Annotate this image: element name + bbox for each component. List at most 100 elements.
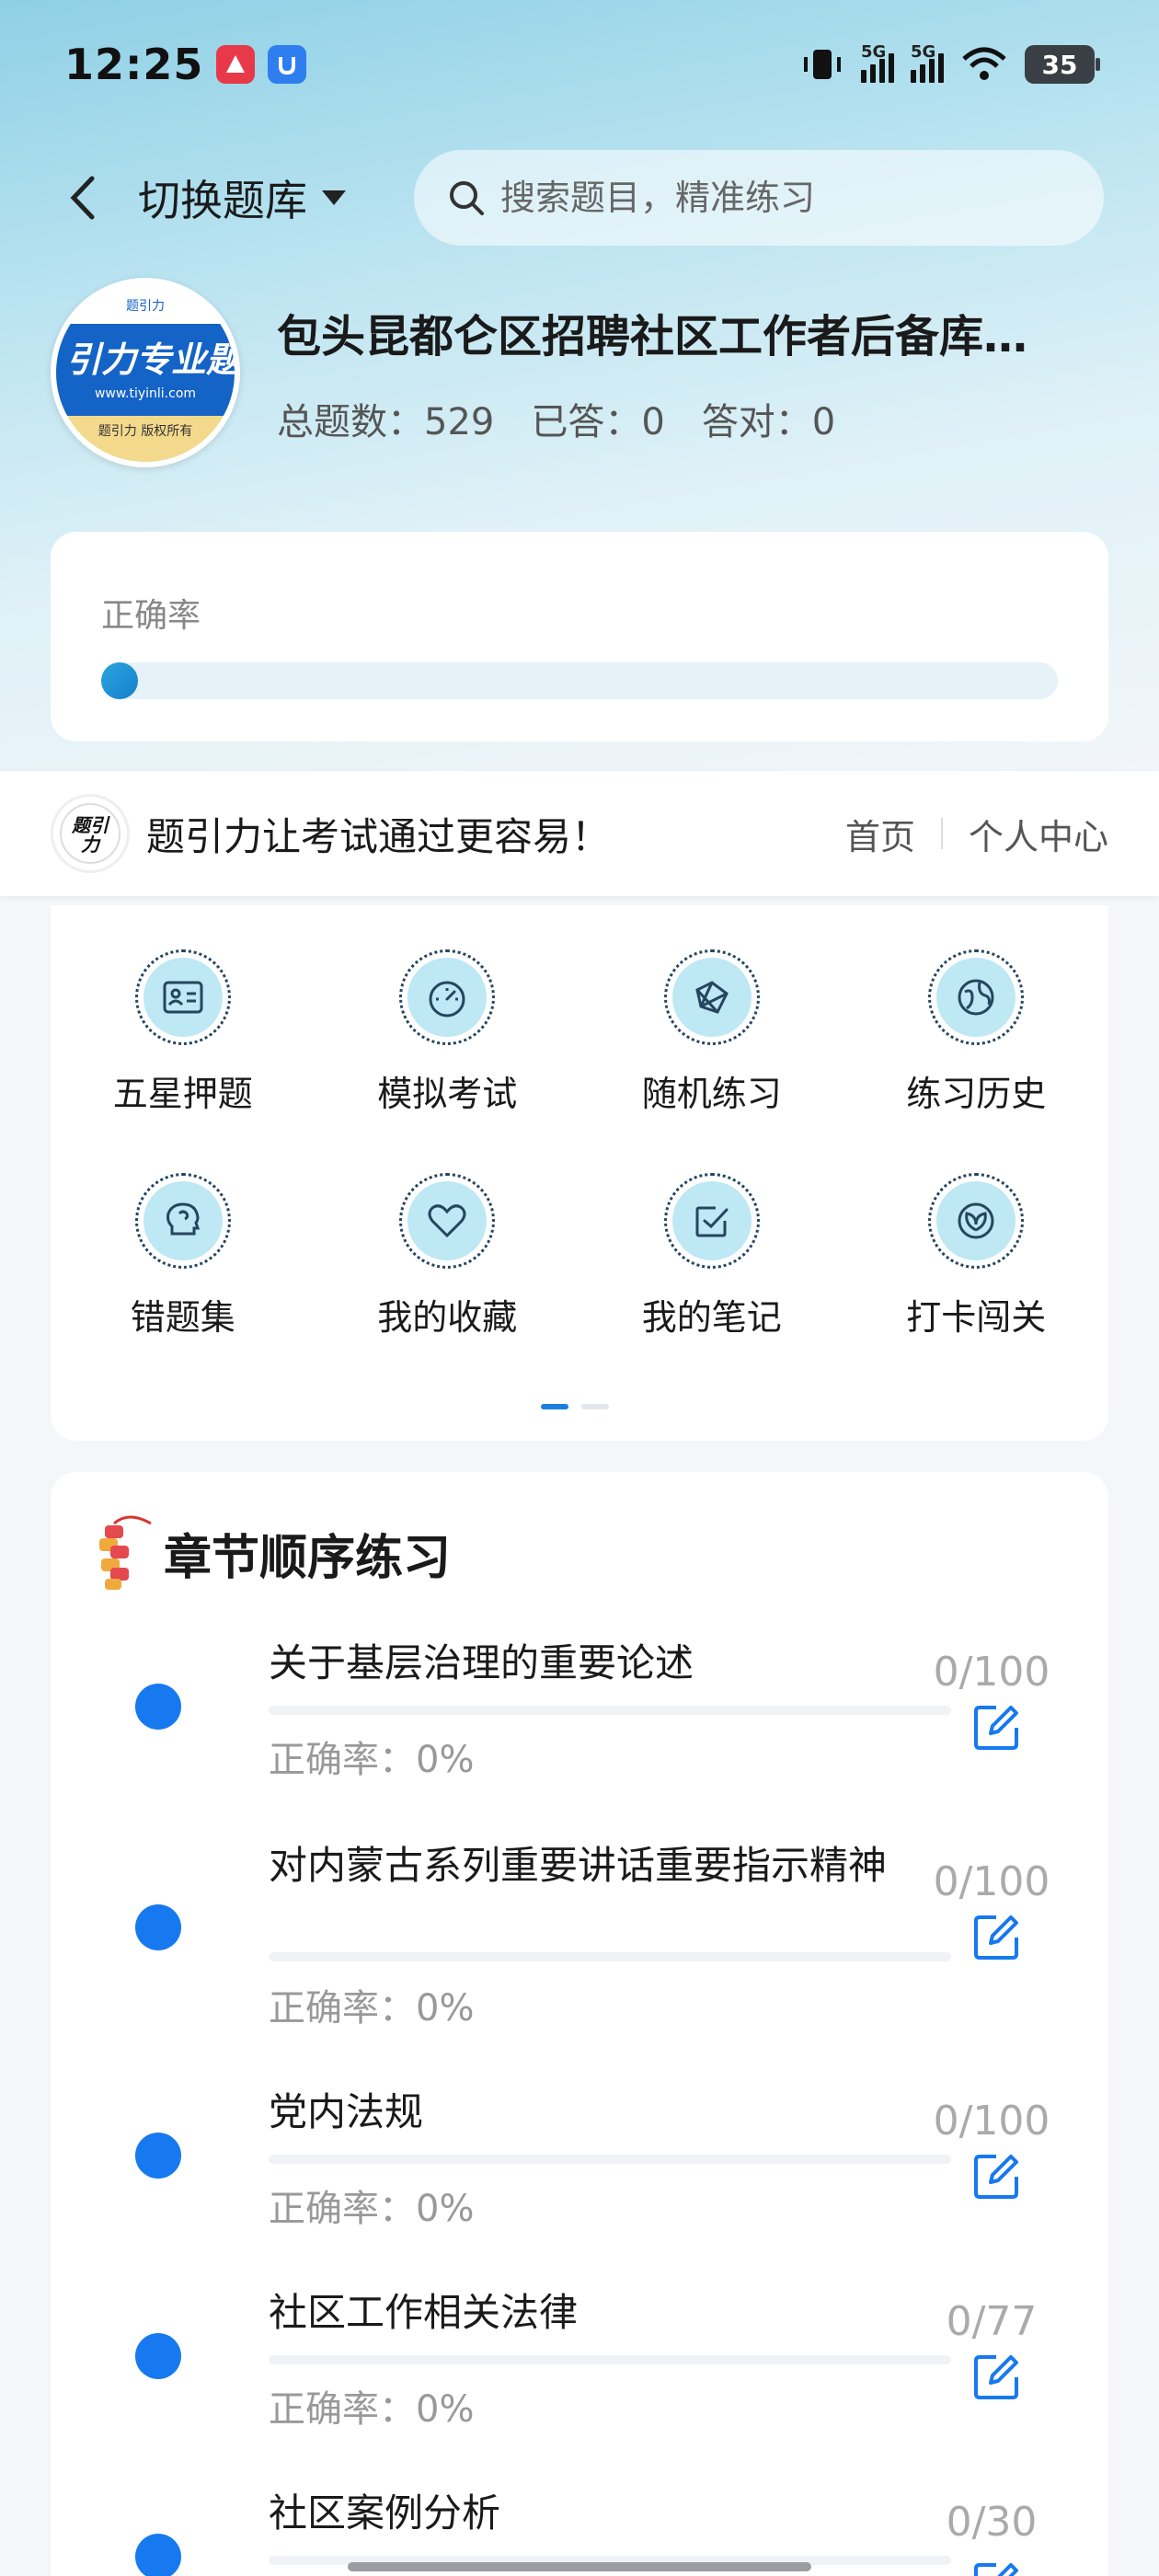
- back-button[interactable]: [55, 170, 110, 225]
- search-icon: [450, 181, 484, 215]
- status-time: 12:25: [64, 40, 204, 89]
- question-bank-info: 题引力 引力专业题 www.tiyinli.com 题引力 版权所有 包头昆都仑…: [51, 276, 1108, 469]
- chapter-header: 章节顺序练习: [92, 1509, 451, 1597]
- site-banner: 题引 力 题引力让考试通过更容易！ 首页 个人中心: [0, 771, 1159, 896]
- chapter-item[interactable]: 关于基层治理的重要论述 正确率：0% 0/100: [51, 1638, 1108, 1822]
- switch-bank-label: 切换题库: [138, 176, 307, 225]
- grid-item-check-in[interactable]: 打卡闯关: [844, 1173, 1109, 1340]
- total-questions: 总题数：529: [277, 401, 495, 443]
- switch-bank-dropdown[interactable]: 切换题库: [138, 167, 348, 228]
- site-logo: 题引 力: [51, 794, 130, 873]
- caret-down-icon: [322, 190, 346, 205]
- bank-stats: 总题数：529 已答：0 答对：0: [277, 392, 1105, 445]
- site-slogan: 题引力让考试通过更容易！: [146, 813, 611, 859]
- brain-icon: [166, 1202, 200, 1236]
- pager-dot[interactable]: [581, 1404, 609, 1409]
- link-divider: [940, 818, 943, 849]
- shield-app-icon: [268, 45, 307, 84]
- chapter-edit-button[interactable]: [969, 2149, 1024, 2204]
- chapter-count: 0/30: [946, 2499, 1038, 2546]
- grid-pager: [541, 1404, 609, 1409]
- grid-item-mock-exam[interactable]: 模拟考试: [316, 949, 580, 1116]
- search-bar[interactable]: [414, 150, 1104, 246]
- leaf-icon: [958, 1202, 994, 1239]
- grid-label: 五星押题: [112, 1074, 253, 1114]
- chapter-name: 社区案例分析: [269, 2490, 501, 2536]
- accuracy-label: 正确率: [101, 597, 201, 635]
- edit-icon: [974, 1706, 1018, 1750]
- grid-label: 错题集: [130, 1297, 235, 1338]
- bank-title: 包头昆都仑区招聘社区工作者后备库…: [277, 311, 1028, 362]
- home-indicator[interactable]: [348, 2562, 811, 2571]
- chapter-progress-bar: [269, 1706, 951, 1715]
- checkbox-icon: [695, 1206, 729, 1237]
- edit-icon: [974, 2355, 1018, 2399]
- chapter-edit-button[interactable]: [969, 2558, 1024, 2576]
- chapter-progress-bar: [269, 2355, 951, 2364]
- grid-item-wrong-questions[interactable]: 错题集: [51, 1173, 316, 1340]
- vibrate-icon: [804, 50, 841, 79]
- avatar-url: www.tiyinli.com: [94, 386, 197, 401]
- grid-label: 练习历史: [906, 1074, 1047, 1114]
- battery-icon: 35: [1025, 45, 1100, 84]
- grid-item-notes[interactable]: 我的笔记: [580, 1173, 844, 1340]
- search-input[interactable]: [500, 178, 1052, 218]
- grid-label: 打卡闯关: [906, 1297, 1047, 1338]
- avatar-copyright: 题引力 版权所有: [98, 424, 193, 439]
- grid-label: 我的笔记: [641, 1297, 782, 1338]
- link-profile[interactable]: 个人中心: [969, 809, 1108, 859]
- chapter-accuracy: 正确率：0%: [269, 2388, 475, 2431]
- app-notification-icon: [216, 45, 256, 84]
- avatar-brand-text: 引力专业题: [65, 339, 240, 380]
- chevron-left-icon: [70, 176, 95, 220]
- avatar-top-logo: 题引力: [126, 299, 165, 314]
- chapter-item[interactable]: 党内法规 正确率：0% 0/100: [51, 2087, 1108, 2271]
- function-grid-card: 五星押题 模拟考试 随机练习 练习历史 错题集 我的收藏 我的笔记 打卡闯关: [51, 905, 1108, 1441]
- pager-dot-active[interactable]: [541, 1404, 568, 1409]
- chapter-edit-button[interactable]: [969, 2350, 1024, 2405]
- chapter-accuracy: 正确率：0%: [269, 1739, 475, 1781]
- chapter-count: 0/100: [933, 1649, 1050, 1696]
- chapter-practice-card: 章节顺序练习 关于基层治理的重要论述 正确率：0% 0/100 对内蒙古系列重要…: [51, 1472, 1108, 2576]
- chapter-item[interactable]: 对内蒙古系列重要讲话重要指示精神 正确率：0% 0/100: [51, 1840, 1108, 2070]
- firecracker-icon: [99, 1515, 152, 1590]
- grid-label: 我的收藏: [377, 1297, 518, 1338]
- grid-label: 随机练习: [641, 1074, 782, 1114]
- chapter-status-dot: [135, 1904, 181, 1950]
- shuffle-icon: [695, 981, 729, 1014]
- function-grid: 五星押题 模拟考试 随机练习 练习历史 错题集 我的收藏 我的笔记 打卡闯关: [51, 905, 1108, 1340]
- edit-icon: [974, 2563, 1018, 2576]
- grid-item-five-star[interactable]: 五星押题: [51, 949, 316, 1116]
- answered-count: 已答：0: [531, 401, 665, 443]
- accuracy-card: 正确率: [51, 532, 1108, 742]
- chapter-name: 关于基层治理的重要论述: [269, 1640, 694, 1685]
- signal-icon-1: 5G: [861, 42, 894, 83]
- brand-logo-icon: 题引 力: [60, 803, 120, 864]
- link-home[interactable]: 首页: [845, 809, 915, 859]
- chapter-status-dot: [135, 2333, 181, 2379]
- header-row: 切换题库: [0, 147, 1159, 248]
- signal-icon-2: 5G: [911, 42, 944, 83]
- chapter-name: 党内法规: [269, 2089, 424, 2134]
- grid-item-history[interactable]: 练习历史: [844, 949, 1109, 1116]
- chapter-status-dot: [135, 2133, 181, 2179]
- chapter-section-title: 章节顺序练习: [164, 1530, 452, 1586]
- chapter-status-dot: [135, 2534, 181, 2576]
- chapter-count: 0/77: [946, 2298, 1038, 2345]
- grid-item-favorites[interactable]: 我的收藏: [316, 1173, 580, 1340]
- chapter-accuracy: 正确率：0%: [269, 1987, 475, 2030]
- chapter-edit-button[interactable]: [969, 1700, 1024, 1755]
- wifi-icon: [962, 47, 1006, 80]
- chapter-accuracy: 正确率：0%: [269, 2188, 475, 2230]
- id-card-icon: [163, 981, 203, 1014]
- chapter-item[interactable]: 社区工作相关法律 正确率：0% 0/77: [51, 2287, 1108, 2471]
- chapter-edit-button[interactable]: [969, 1910, 1024, 1965]
- speedometer-icon: [429, 981, 465, 1018]
- grid-item-random-practice[interactable]: 随机练习: [580, 949, 844, 1116]
- status-bar: 12:25 5G 5G 35: [0, 28, 1159, 101]
- accuracy-progress-indicator: [101, 662, 138, 699]
- chapter-name: 对内蒙古系列重要讲话重要指示精神: [269, 1843, 888, 1888]
- accuracy-progress-bar: [101, 662, 1058, 699]
- bank-avatar: 题引力 引力专业题 www.tiyinli.com 题引力 版权所有: [51, 278, 240, 467]
- correct-count: 答对：0: [701, 401, 836, 443]
